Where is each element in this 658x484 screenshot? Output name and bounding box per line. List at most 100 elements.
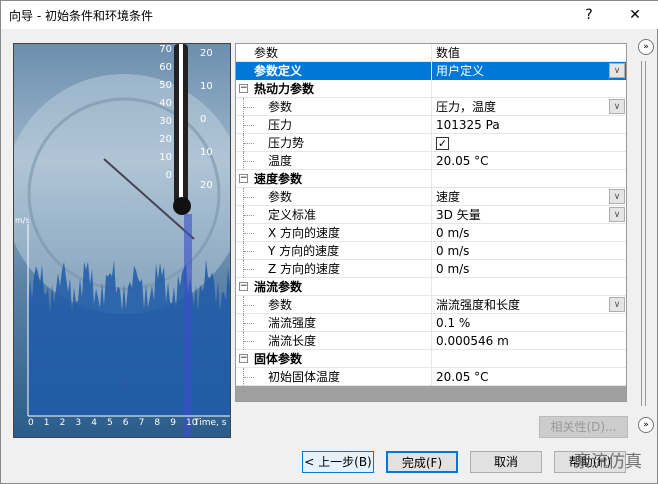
chevron-down-icon[interactable]: ∨ (609, 207, 625, 222)
back-button[interactable]: < 上一步(B) (302, 451, 374, 473)
thermo-tick: 10 (159, 152, 172, 163)
param-value[interactable]: 0.1 % (436, 316, 470, 330)
title-bar: 向导 - 初始条件和环境条件 ? ✕ (1, 1, 658, 29)
param-label: 压力 (268, 118, 293, 132)
thermo-tick: 0 (165, 170, 172, 181)
param-value[interactable]: 用户定义 (436, 64, 484, 78)
thermo-tick-right: 0 (200, 114, 207, 125)
x-tick: 0 (28, 418, 34, 428)
header-value: 数值 (436, 46, 461, 60)
param-label: 初始固体温度 (268, 370, 341, 384)
param-label: 参数 (268, 100, 293, 114)
param-label: 湍流强度 (268, 316, 317, 330)
grid-row[interactable]: − 热动力参数 (236, 80, 626, 98)
grid-row[interactable]: Y 方向的速度 0 m/s (236, 242, 626, 260)
collapse-icon[interactable]: − (239, 174, 248, 183)
x-tick: 9 (170, 418, 176, 428)
tree-line (243, 152, 254, 170)
thermo-tick-right: 10 (200, 81, 213, 92)
thermo-tick: 20 (159, 134, 172, 145)
property-grid[interactable]: 参数 数值 参数定义 用户定义 ∨ − 热动力参数 参数 压力，温度 ∨ 压力 101325 Pa… (235, 43, 627, 402)
x-tick: 2 (59, 418, 66, 428)
grid-row[interactable]: − 湍流参数 (236, 278, 626, 296)
param-value[interactable]: 压力，温度 (436, 100, 496, 114)
chevron-down-icon[interactable]: ∨ (609, 297, 625, 312)
cancel-button[interactable]: 取消 (470, 451, 542, 473)
chevron-down-icon[interactable]: ∨ (609, 63, 625, 78)
grid-row[interactable]: − 固体参数 (236, 350, 626, 368)
param-value[interactable]: 0 m/s (436, 262, 469, 276)
tree-line (243, 98, 254, 116)
collapse-icon[interactable]: − (239, 84, 248, 93)
param-value[interactable]: 20.05 °C (436, 370, 489, 384)
expand-top-icon[interactable]: » (638, 39, 654, 55)
thermo-tick: 30 (159, 116, 172, 127)
param-label: 参数 (268, 190, 293, 204)
checkbox[interactable]: ✓ (436, 137, 449, 150)
thermometer-chart-image (14, 44, 230, 437)
y-unit-label: m/s (15, 216, 30, 225)
tree-line (243, 206, 254, 224)
grid-row[interactable]: 参数 湍流强度和长度 ∨ (236, 296, 626, 314)
param-label: 热动力参数 (254, 82, 315, 96)
param-value[interactable]: 0 m/s (436, 226, 469, 240)
collapse-icon[interactable]: − (239, 282, 248, 291)
tree-line (243, 242, 254, 260)
grid-row[interactable]: 压力 101325 Pa (236, 116, 626, 134)
chevron-down-icon[interactable]: ∨ (609, 189, 625, 204)
dependency-button[interactable]: 相关性(D)... (539, 416, 628, 438)
tree-line (243, 134, 254, 152)
grid-header: 参数 数值 (236, 44, 626, 62)
grid-row[interactable]: 参数定义 用户定义 ∨ (236, 62, 626, 80)
grid-row[interactable]: 参数 速度 ∨ (236, 188, 626, 206)
wizard-illustration: 70 60 50 40 30 20 10 0 20 10 0 10 20 m/s 0123456789… (13, 43, 231, 438)
x-tick: 8 (154, 418, 161, 428)
param-value[interactable]: 湍流强度和长度 (436, 298, 520, 312)
grid-row[interactable]: Z 方向的速度 0 m/s (236, 260, 626, 278)
grid-row[interactable]: 湍流长度 0.000546 m (236, 332, 626, 350)
param-label: 定义标准 (268, 208, 317, 222)
param-label: 参数 (268, 298, 293, 312)
param-value[interactable]: 20.05 °C (436, 154, 489, 168)
param-label: X 方向的速度 (268, 226, 341, 240)
tree-line (243, 332, 254, 350)
param-value[interactable]: 0 m/s (436, 244, 469, 258)
x-tick: 5 (107, 418, 113, 428)
thermo-tick: 70 (159, 44, 172, 55)
x-tick: 1 (43, 418, 50, 428)
grid-row[interactable]: 定义标准 3D 矢量 ∨ (236, 206, 626, 224)
grid-row[interactable]: X 方向的速度 0 m/s (236, 224, 626, 242)
param-label: 温度 (268, 154, 293, 168)
param-value[interactable]: 速度 (436, 190, 460, 204)
tree-line (243, 188, 254, 206)
header-param: 参数 (254, 46, 279, 60)
expand-bottom-icon[interactable]: » (638, 417, 654, 433)
param-label: 压力势 (268, 136, 305, 150)
chevron-down-icon[interactable]: ∨ (609, 99, 625, 114)
tree-line (243, 260, 254, 278)
tree-line (243, 368, 254, 386)
grid-row[interactable]: 温度 20.05 °C (236, 152, 626, 170)
param-label: 速度参数 (254, 172, 303, 186)
finish-button[interactable]: 完成(F) (386, 451, 458, 473)
thermo-tick: 40 (159, 98, 172, 109)
x-tick: 4 (91, 418, 97, 428)
tree-line (243, 116, 254, 134)
grid-row[interactable]: 湍流强度 0.1 % (236, 314, 626, 332)
tree-line (243, 296, 254, 314)
grid-row[interactable]: 参数 压力，温度 ∨ (236, 98, 626, 116)
help-title-button[interactable]: ? (567, 1, 611, 29)
grid-row[interactable]: − 速度参数 (236, 170, 626, 188)
param-value[interactable]: 0.000546 m (436, 334, 509, 348)
param-label: 湍流参数 (254, 280, 303, 294)
grid-row[interactable]: 压力势 ✓ (236, 134, 626, 152)
tree-line (243, 314, 254, 332)
param-value[interactable]: 3D 矢量 (436, 208, 481, 222)
grid-row[interactable]: 初始固体温度 20.05 °C (236, 368, 626, 386)
param-value[interactable]: 101325 Pa (436, 118, 500, 132)
tree-line (243, 224, 254, 242)
param-label: 固体参数 (254, 352, 303, 366)
close-button[interactable]: ✕ (613, 1, 657, 29)
collapse-icon[interactable]: − (239, 354, 248, 363)
thermo-tick-right: 20 (200, 180, 213, 191)
